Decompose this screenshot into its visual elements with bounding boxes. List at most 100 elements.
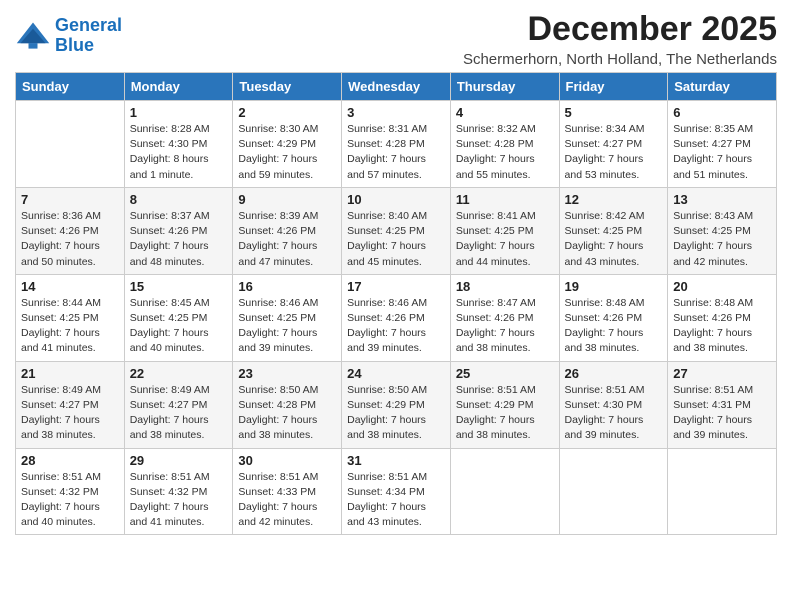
- calendar-cell-w5-d3: 31 Sunrise: 8:51 AMSunset: 4:34 PMDaylig…: [342, 448, 451, 535]
- day-info: Sunrise: 8:39 AMSunset: 4:26 PMDaylight:…: [238, 209, 336, 270]
- day-info: Sunrise: 8:46 AMSunset: 4:26 PMDaylight:…: [347, 296, 445, 357]
- day-number: 27: [673, 366, 771, 381]
- calendar-cell-w4-d6: 27 Sunrise: 8:51 AMSunset: 4:31 PMDaylig…: [668, 361, 777, 448]
- week-row-4: 21 Sunrise: 8:49 AMSunset: 4:27 PMDaylig…: [16, 361, 777, 448]
- day-number: 22: [130, 366, 228, 381]
- day-info: Sunrise: 8:44 AMSunset: 4:25 PMDaylight:…: [21, 296, 119, 357]
- calendar-cell-w2-d2: 9 Sunrise: 8:39 AMSunset: 4:26 PMDayligh…: [233, 187, 342, 274]
- day-number: 29: [130, 453, 228, 468]
- logo-icon: [15, 18, 51, 54]
- calendar-cell-w3-d3: 17 Sunrise: 8:46 AMSunset: 4:26 PMDaylig…: [342, 274, 451, 361]
- day-number: 9: [238, 192, 336, 207]
- day-number: 6: [673, 105, 771, 120]
- day-info: Sunrise: 8:30 AMSunset: 4:29 PMDaylight:…: [238, 122, 336, 183]
- calendar-cell-w2-d6: 13 Sunrise: 8:43 AMSunset: 4:25 PMDaylig…: [668, 187, 777, 274]
- month-title: December 2025: [463, 10, 777, 49]
- day-info: Sunrise: 8:46 AMSunset: 4:25 PMDaylight:…: [238, 296, 336, 357]
- calendar-cell-w5-d6: [668, 448, 777, 535]
- calendar-cell-w3-d2: 16 Sunrise: 8:46 AMSunset: 4:25 PMDaylig…: [233, 274, 342, 361]
- calendar-cell-w1-d1: 1 Sunrise: 8:28 AMSunset: 4:30 PMDayligh…: [124, 101, 233, 188]
- day-number: 5: [565, 105, 663, 120]
- day-number: 23: [238, 366, 336, 381]
- calendar-cell-w3-d0: 14 Sunrise: 8:44 AMSunset: 4:25 PMDaylig…: [16, 274, 125, 361]
- calendar-cell-w2-d0: 7 Sunrise: 8:36 AMSunset: 4:26 PMDayligh…: [16, 187, 125, 274]
- day-info: Sunrise: 8:36 AMSunset: 4:26 PMDaylight:…: [21, 209, 119, 270]
- day-number: 16: [238, 279, 336, 294]
- day-number: 3: [347, 105, 445, 120]
- header-friday: Friday: [559, 73, 668, 101]
- day-number: 20: [673, 279, 771, 294]
- day-number: 1: [130, 105, 228, 120]
- day-info: Sunrise: 8:50 AMSunset: 4:28 PMDaylight:…: [238, 383, 336, 444]
- day-number: 25: [456, 366, 554, 381]
- day-number: 15: [130, 279, 228, 294]
- header-tuesday: Tuesday: [233, 73, 342, 101]
- day-info: Sunrise: 8:40 AMSunset: 4:25 PMDaylight:…: [347, 209, 445, 270]
- calendar-cell-w2-d4: 11 Sunrise: 8:41 AMSunset: 4:25 PMDaylig…: [450, 187, 559, 274]
- header-saturday: Saturday: [668, 73, 777, 101]
- logo-line2: Blue: [55, 35, 94, 55]
- calendar-cell-w4-d4: 25 Sunrise: 8:51 AMSunset: 4:29 PMDaylig…: [450, 361, 559, 448]
- day-info: Sunrise: 8:51 AMSunset: 4:32 PMDaylight:…: [130, 470, 228, 531]
- day-info: Sunrise: 8:42 AMSunset: 4:25 PMDaylight:…: [565, 209, 663, 270]
- day-info: Sunrise: 8:47 AMSunset: 4:26 PMDaylight:…: [456, 296, 554, 357]
- day-info: Sunrise: 8:34 AMSunset: 4:27 PMDaylight:…: [565, 122, 663, 183]
- day-number: 17: [347, 279, 445, 294]
- calendar-cell-w4-d0: 21 Sunrise: 8:49 AMSunset: 4:27 PMDaylig…: [16, 361, 125, 448]
- calendar-cell-w1-d6: 6 Sunrise: 8:35 AMSunset: 4:27 PMDayligh…: [668, 101, 777, 188]
- calendar-cell-w3-d6: 20 Sunrise: 8:48 AMSunset: 4:26 PMDaylig…: [668, 274, 777, 361]
- day-info: Sunrise: 8:51 AMSunset: 4:32 PMDaylight:…: [21, 470, 119, 531]
- day-info: Sunrise: 8:31 AMSunset: 4:28 PMDaylight:…: [347, 122, 445, 183]
- header-thursday: Thursday: [450, 73, 559, 101]
- calendar-cell-w1-d4: 4 Sunrise: 8:32 AMSunset: 4:28 PMDayligh…: [450, 101, 559, 188]
- logo: General Blue: [15, 16, 122, 56]
- calendar-cell-w5-d4: [450, 448, 559, 535]
- day-info: Sunrise: 8:45 AMSunset: 4:25 PMDaylight:…: [130, 296, 228, 357]
- calendar-cell-w1-d5: 5 Sunrise: 8:34 AMSunset: 4:27 PMDayligh…: [559, 101, 668, 188]
- day-number: 30: [238, 453, 336, 468]
- title-section: December 2025 Schermerhorn, North Hollan…: [463, 10, 777, 68]
- location-title: Schermerhorn, North Holland, The Netherl…: [463, 51, 777, 68]
- calendar-cell-w5-d1: 29 Sunrise: 8:51 AMSunset: 4:32 PMDaylig…: [124, 448, 233, 535]
- week-row-3: 14 Sunrise: 8:44 AMSunset: 4:25 PMDaylig…: [16, 274, 777, 361]
- calendar-cell-w5-d0: 28 Sunrise: 8:51 AMSunset: 4:32 PMDaylig…: [16, 448, 125, 535]
- header-wednesday: Wednesday: [342, 73, 451, 101]
- day-info: Sunrise: 8:50 AMSunset: 4:29 PMDaylight:…: [347, 383, 445, 444]
- day-number: 14: [21, 279, 119, 294]
- day-info: Sunrise: 8:51 AMSunset: 4:29 PMDaylight:…: [456, 383, 554, 444]
- logo-text: General Blue: [55, 16, 122, 56]
- day-info: Sunrise: 8:43 AMSunset: 4:25 PMDaylight:…: [673, 209, 771, 270]
- day-number: 19: [565, 279, 663, 294]
- day-number: 2: [238, 105, 336, 120]
- calendar-cell-w4-d1: 22 Sunrise: 8:49 AMSunset: 4:27 PMDaylig…: [124, 361, 233, 448]
- day-number: 13: [673, 192, 771, 207]
- day-info: Sunrise: 8:48 AMSunset: 4:26 PMDaylight:…: [673, 296, 771, 357]
- calendar-cell-w2-d3: 10 Sunrise: 8:40 AMSunset: 4:25 PMDaylig…: [342, 187, 451, 274]
- day-number: 12: [565, 192, 663, 207]
- day-number: 26: [565, 366, 663, 381]
- day-info: Sunrise: 8:37 AMSunset: 4:26 PMDaylight:…: [130, 209, 228, 270]
- day-info: Sunrise: 8:51 AMSunset: 4:34 PMDaylight:…: [347, 470, 445, 531]
- day-number: 4: [456, 105, 554, 120]
- day-info: Sunrise: 8:41 AMSunset: 4:25 PMDaylight:…: [456, 209, 554, 270]
- day-info: Sunrise: 8:32 AMSunset: 4:28 PMDaylight:…: [456, 122, 554, 183]
- header-sunday: Sunday: [16, 73, 125, 101]
- day-info: Sunrise: 8:49 AMSunset: 4:27 PMDaylight:…: [130, 383, 228, 444]
- calendar-cell-w1-d3: 3 Sunrise: 8:31 AMSunset: 4:28 PMDayligh…: [342, 101, 451, 188]
- calendar-cell-w1-d0: [16, 101, 125, 188]
- logo-line1: General: [55, 15, 122, 35]
- day-number: 28: [21, 453, 119, 468]
- day-number: 7: [21, 192, 119, 207]
- calendar-cell-w2-d5: 12 Sunrise: 8:42 AMSunset: 4:25 PMDaylig…: [559, 187, 668, 274]
- week-row-1: 1 Sunrise: 8:28 AMSunset: 4:30 PMDayligh…: [16, 101, 777, 188]
- day-number: 21: [21, 366, 119, 381]
- day-info: Sunrise: 8:28 AMSunset: 4:30 PMDaylight:…: [130, 122, 228, 183]
- day-info: Sunrise: 8:49 AMSunset: 4:27 PMDaylight:…: [21, 383, 119, 444]
- week-row-5: 28 Sunrise: 8:51 AMSunset: 4:32 PMDaylig…: [16, 448, 777, 535]
- calendar-cell-w5-d2: 30 Sunrise: 8:51 AMSunset: 4:33 PMDaylig…: [233, 448, 342, 535]
- calendar-cell-w2-d1: 8 Sunrise: 8:37 AMSunset: 4:26 PMDayligh…: [124, 187, 233, 274]
- day-info: Sunrise: 8:48 AMSunset: 4:26 PMDaylight:…: [565, 296, 663, 357]
- header-row: Sunday Monday Tuesday Wednesday Thursday…: [16, 73, 777, 101]
- day-info: Sunrise: 8:51 AMSunset: 4:31 PMDaylight:…: [673, 383, 771, 444]
- header-monday: Monday: [124, 73, 233, 101]
